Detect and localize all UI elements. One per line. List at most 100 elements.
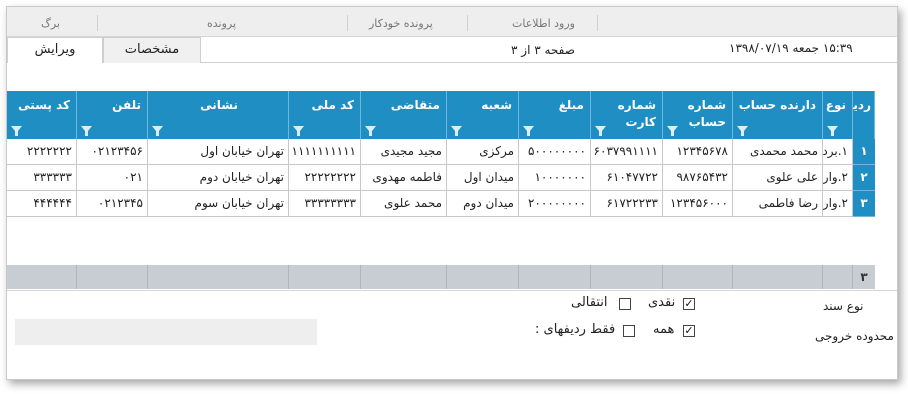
cell-phone[interactable]: ۰۲۱۲۳۴۵ — [77, 191, 148, 217]
cell-card-number[interactable]: ۶۰۳۷۹۹۱۱۱۱ — [591, 139, 663, 165]
only-rows-label: فقط ردیفهای : — [535, 322, 616, 337]
column-header-address[interactable]: نشانی — [148, 91, 289, 139]
column-header-postal-code[interactable]: کد پستی — [7, 91, 77, 139]
row-number: ۱ — [853, 139, 875, 165]
cell-account-number[interactable]: ۱۲۳۴۵۶۷۸ — [663, 139, 733, 165]
cell-account-holder[interactable]: رضا فاطمی — [733, 191, 823, 217]
cell-postal-code[interactable]: ۴۴۴۴۴۴ — [7, 191, 77, 217]
cell-applicant[interactable]: فاطمه مهدوی — [361, 165, 447, 191]
column-header-label: شماره کارت — [617, 98, 656, 129]
footer-cell — [733, 265, 823, 289]
cell-account-number[interactable]: ۹۸۷۶۵۴۳۲ — [663, 165, 733, 191]
filter-icon[interactable] — [11, 126, 22, 136]
footer-cell — [591, 265, 663, 289]
column-header-label: دارنده حساب — [738, 98, 816, 112]
column-header-row-number[interactable]: ردیف — [839, 91, 875, 139]
cell-postal-code[interactable]: ۲۲۲۲۲۲۲ — [7, 139, 77, 165]
tab-edit-label: ویرایش — [34, 42, 76, 57]
column-header-branch[interactable]: شعبه — [447, 91, 519, 139]
cell-card-number[interactable]: ۶۱۰۴۷۷۲۲ — [591, 165, 663, 191]
cell-phone[interactable]: ۰۲۱۲۳۴۵۶ — [77, 139, 148, 165]
column-header-label: نشانی — [200, 98, 238, 112]
cash-label: نقدی — [648, 295, 676, 310]
column-header-national-id[interactable]: کد ملی — [289, 91, 361, 139]
cell-amount[interactable]: ۵۰۰۰۰۰۰۰۰ — [519, 139, 591, 165]
tab-details-label: مشخصات — [124, 42, 180, 57]
cell-card-number[interactable]: ۶۱۷۲۲۲۳۳ — [591, 191, 663, 217]
column-header-label: کد ملی — [311, 98, 354, 112]
cell-branch[interactable]: میدان دوم — [447, 191, 519, 217]
tab-edit[interactable]: ویرایش — [7, 37, 103, 63]
rows-input[interactable] — [15, 319, 317, 345]
menu-divider — [597, 15, 598, 31]
section-divider — [7, 290, 897, 291]
filter-icon[interactable] — [667, 126, 678, 136]
cell-national-id[interactable]: ۲۲۲۲۲۲۲۲ — [289, 165, 361, 191]
column-header-type[interactable]: نوع — [823, 91, 853, 139]
transfer-checkbox[interactable] — [619, 298, 631, 310]
menu-divider — [97, 15, 98, 31]
column-header-label: کد پستی — [18, 98, 70, 112]
row-number: ۲ — [853, 165, 875, 191]
cell-applicant[interactable]: مجید مجیدی — [361, 139, 447, 165]
cell-account-number[interactable]: ۱۲۳۴۵۶۰۰۰ — [663, 191, 733, 217]
cell-applicant[interactable]: محمد علوی — [361, 191, 447, 217]
filter-icon[interactable] — [451, 126, 462, 136]
column-header-applicant[interactable]: متقاضی — [361, 91, 447, 139]
filter-icon[interactable] — [595, 126, 606, 136]
menu-item-data-entry[interactable]: ورود اطلاعات — [512, 17, 575, 30]
footer-cell — [289, 265, 361, 289]
cell-type[interactable]: ۲.واریز — [823, 191, 853, 217]
menu-item-parvandeh[interactable]: پرونده — [207, 17, 236, 30]
column-header-label: متقاضی — [390, 98, 440, 112]
filter-icon[interactable] — [81, 126, 92, 136]
column-header-phone[interactable]: تلفن — [77, 91, 148, 139]
cell-branch[interactable]: مرکزی — [447, 139, 519, 165]
filter-icon[interactable] — [365, 126, 376, 136]
cell-phone[interactable]: ۰۲۱ — [77, 165, 148, 191]
cell-type[interactable]: ۲.واریز — [823, 165, 853, 191]
cell-address[interactable]: تهران خیابان اول — [148, 139, 289, 165]
application-window: برگ پرونده پرونده خودکار ورود اطلاعات وی… — [6, 6, 898, 380]
footer-cell — [447, 265, 519, 289]
output-range-label: محدوده خروجی — [815, 329, 894, 343]
cell-type[interactable]: ۱.برداش — [823, 139, 853, 165]
page-indicator: صفحه ۳ از ۳ — [511, 43, 575, 57]
footer-cell — [519, 265, 591, 289]
cell-branch[interactable]: میدان اول — [447, 165, 519, 191]
filter-icon[interactable] — [827, 126, 838, 136]
row-number: ۳ — [853, 191, 875, 217]
column-header-card-number[interactable]: شماره کارت — [591, 91, 663, 139]
cell-account-holder[interactable]: محمد محمدی — [733, 139, 823, 165]
cell-amount[interactable]: ۲۰۰۰۰۰۰۰۰ — [519, 191, 591, 217]
cell-account-holder[interactable]: علی علوی — [733, 165, 823, 191]
tab-details[interactable]: مشخصات — [103, 37, 201, 63]
all-checkbox[interactable]: ✓ — [683, 325, 695, 337]
filter-icon[interactable] — [523, 126, 534, 136]
menu-item-barg[interactable]: برگ — [41, 17, 60, 30]
cell-address[interactable]: تهران خیابان سوم — [148, 191, 289, 217]
all-label: همه — [653, 322, 675, 337]
column-header-account-holder[interactable]: دارنده حساب — [733, 91, 823, 139]
filter-icon[interactable] — [737, 126, 748, 136]
cell-national-id[interactable]: ۳۳۳۳۳۳۳۳ — [289, 191, 361, 217]
column-header-label: مبلغ — [558, 98, 584, 112]
cell-address[interactable]: تهران خیابان دوم — [148, 165, 289, 191]
footer-cell — [663, 265, 733, 289]
filter-icon[interactable] — [293, 126, 304, 136]
cell-amount[interactable]: ۱۰۰۰۰۰۰۰ — [519, 165, 591, 191]
menu-item-auto-file[interactable]: پرونده خودکار — [369, 17, 433, 30]
footer-cell — [361, 265, 447, 289]
column-header-label: نوع — [825, 98, 846, 112]
filter-icon[interactable] — [152, 126, 163, 136]
cell-postal-code[interactable]: ۳۳۳۳۳۳ — [7, 165, 77, 191]
cash-checkbox[interactable]: ✓ — [683, 298, 695, 310]
only-rows-checkbox[interactable] — [623, 325, 635, 337]
menu-bar: برگ پرونده پرونده خودکار ورود اطلاعات — [7, 7, 897, 37]
column-header-label: شماره حساب — [687, 98, 726, 129]
date-time: ۱۵:۳۹ جمعه ۱۳۹۸/۰۷/۱۹ — [729, 41, 853, 55]
menu-divider — [467, 15, 468, 31]
column-header-amount[interactable]: مبلغ — [519, 91, 591, 139]
column-header-account-number[interactable]: شماره حساب — [663, 91, 733, 139]
cell-national-id[interactable]: ۱۱۱۱۱۱۱۱۱۱ — [289, 139, 361, 165]
